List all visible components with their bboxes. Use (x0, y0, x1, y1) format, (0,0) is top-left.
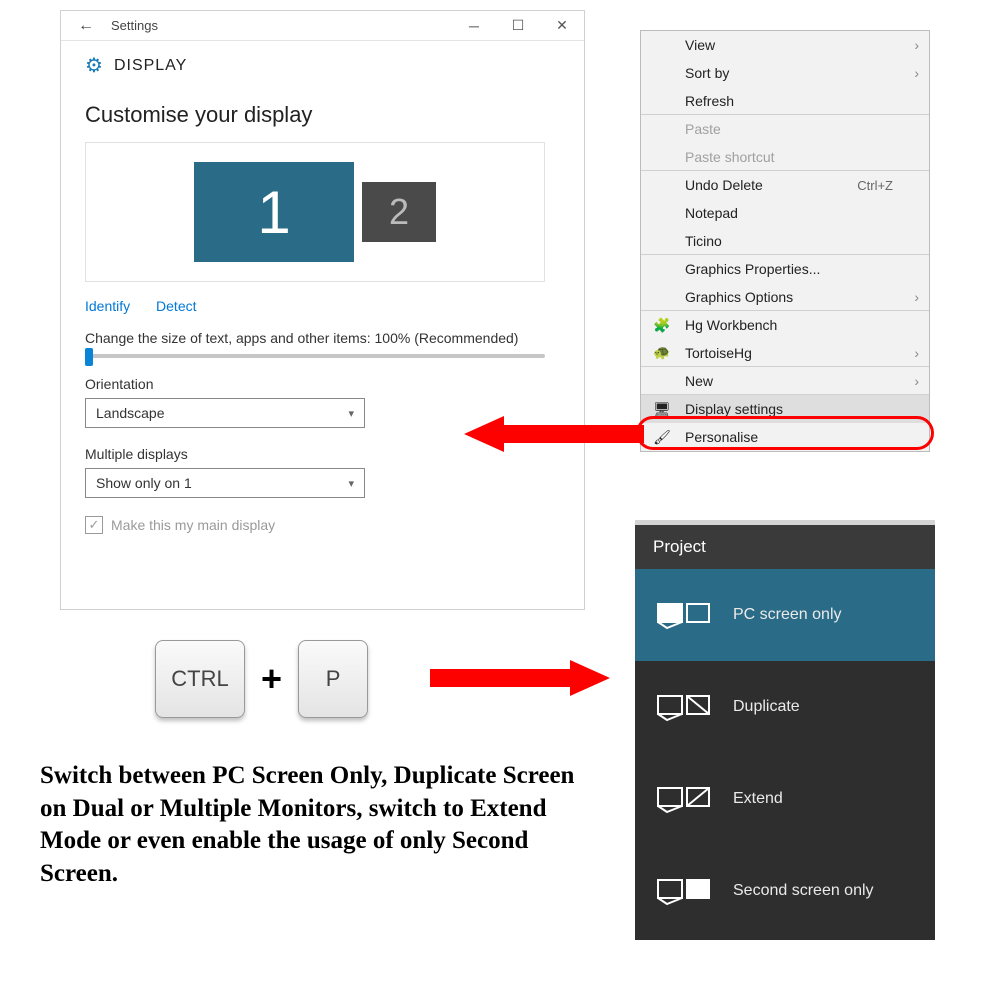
detect-link[interactable]: Detect (156, 298, 196, 314)
menu-label: Paste shortcut (685, 149, 775, 165)
close-button[interactable]: ✕ (540, 17, 584, 34)
chevron-right-icon: › (914, 65, 919, 81)
caption-text: Switch between PC Screen Only, Duplicate… (40, 760, 600, 890)
option-label: PC screen only (733, 606, 842, 624)
menu-label: View (685, 37, 715, 53)
menu-label: New (685, 373, 713, 389)
menu-ticino[interactable]: Ticino (641, 227, 929, 255)
menu-label: Paste (685, 121, 721, 137)
gear-icon: ⚙ (85, 53, 104, 78)
desktop-context-menu: View › Sort by › Refresh Paste Paste sho… (640, 30, 930, 452)
menu-label: Ticino (685, 233, 722, 249)
header-title: DISPLAY (114, 57, 187, 75)
display-1[interactable]: 1 (194, 162, 354, 262)
extend-icon (657, 782, 711, 816)
minimize-button[interactable]: ─ (452, 18, 496, 34)
p-key: P (298, 640, 368, 718)
menu-personalise[interactable]: 🖌 Personalise (641, 423, 929, 451)
menu-sort[interactable]: Sort by › (641, 59, 929, 87)
project-duplicate[interactable]: Duplicate (635, 661, 935, 753)
settings-window: ← Settings ─ ☐ ✕ ⚙ DISPLAY Customise you… (60, 10, 585, 610)
menu-view[interactable]: View › (641, 31, 929, 59)
main-display-checkbox: ✓ Make this my main display (85, 516, 560, 534)
option-label: Extend (733, 790, 783, 808)
main-display-label: Make this my main display (111, 517, 275, 533)
maximize-button[interactable]: ☐ (496, 17, 540, 34)
scale-slider[interactable] (85, 354, 545, 358)
project-extend[interactable]: Extend (635, 753, 935, 845)
chevron-right-icon: › (914, 345, 919, 361)
orientation-dropdown[interactable]: Landscape ▾ (85, 398, 365, 428)
plus-sign: + (261, 658, 282, 700)
project-panel: Project PC screen only Duplicate Extend … (635, 520, 935, 940)
project-second-only[interactable]: Second screen only (635, 845, 935, 937)
orientation-label: Orientation (85, 376, 560, 392)
chevron-right-icon: › (914, 289, 919, 305)
menu-label: Graphics Options (685, 289, 793, 305)
window-titlebar: ← Settings ─ ☐ ✕ (61, 11, 584, 41)
back-button[interactable]: ← (61, 17, 111, 35)
menu-label: Graphics Properties... (685, 261, 820, 277)
menu-label: Display settings (685, 401, 783, 417)
personalise-icon: 🖌 (653, 429, 671, 446)
chevron-down-icon: ▾ (348, 407, 354, 420)
red-arrow-left (464, 416, 644, 450)
menu-paste-shortcut: Paste shortcut (641, 143, 929, 171)
option-label: Duplicate (733, 698, 800, 716)
menu-paste: Paste (641, 115, 929, 143)
menu-refresh[interactable]: Refresh (641, 87, 929, 115)
menu-tortoisehg[interactable]: 🐢 TortoiseHg › (641, 339, 929, 367)
chevron-down-icon: ▾ (348, 477, 354, 490)
menu-label: Notepad (685, 205, 738, 221)
project-pc-only[interactable]: PC screen only (635, 569, 935, 661)
section-title: Customise your display (85, 102, 560, 128)
menu-label: Refresh (685, 93, 734, 109)
display-arrangement[interactable]: 1 2 (85, 142, 545, 282)
menu-shortcut: Ctrl+Z (857, 178, 893, 193)
display-2[interactable]: 2 (362, 182, 436, 242)
pc-only-icon (657, 598, 711, 632)
menu-graphics-properties[interactable]: Graphics Properties... (641, 255, 929, 283)
menu-label: Sort by (685, 65, 729, 81)
project-title: Project (635, 525, 935, 569)
hg-icon: 🧩 (653, 317, 671, 334)
menu-label: Hg Workbench (685, 317, 777, 333)
checkbox-icon: ✓ (85, 516, 103, 534)
ctrl-key: CTRL (155, 640, 245, 718)
chevron-right-icon: › (914, 37, 919, 53)
menu-hg-workbench[interactable]: 🧩 Hg Workbench (641, 311, 929, 339)
menu-label: TortoiseHg (685, 345, 752, 361)
menu-new[interactable]: New › (641, 367, 929, 395)
scale-label: Change the size of text, apps and other … (85, 330, 560, 346)
orientation-value: Landscape (96, 405, 165, 421)
menu-undo[interactable]: Undo Delete Ctrl+Z (641, 171, 929, 199)
option-label: Second screen only (733, 882, 874, 900)
tortoise-icon: 🐢 (653, 344, 671, 361)
menu-display-settings[interactable]: 🖥 Display settings (641, 395, 929, 423)
menu-label: Personalise (685, 429, 758, 445)
chevron-right-icon: › (914, 373, 919, 389)
duplicate-icon (657, 690, 711, 724)
monitor-icon: 🖥 (653, 401, 671, 418)
keyboard-shortcut: CTRL + P (155, 640, 368, 718)
multiple-value: Show only on 1 (96, 475, 192, 491)
app-title: Settings (111, 18, 452, 33)
menu-notepad[interactable]: Notepad (641, 199, 929, 227)
identify-link[interactable]: Identify (85, 298, 130, 314)
menu-graphics-options[interactable]: Graphics Options › (641, 283, 929, 311)
second-only-icon (657, 874, 711, 908)
red-arrow-right (430, 660, 610, 694)
page-header: ⚙ DISPLAY (61, 41, 584, 92)
multiple-dropdown[interactable]: Show only on 1 ▾ (85, 468, 365, 498)
menu-label: Undo Delete (685, 177, 763, 193)
